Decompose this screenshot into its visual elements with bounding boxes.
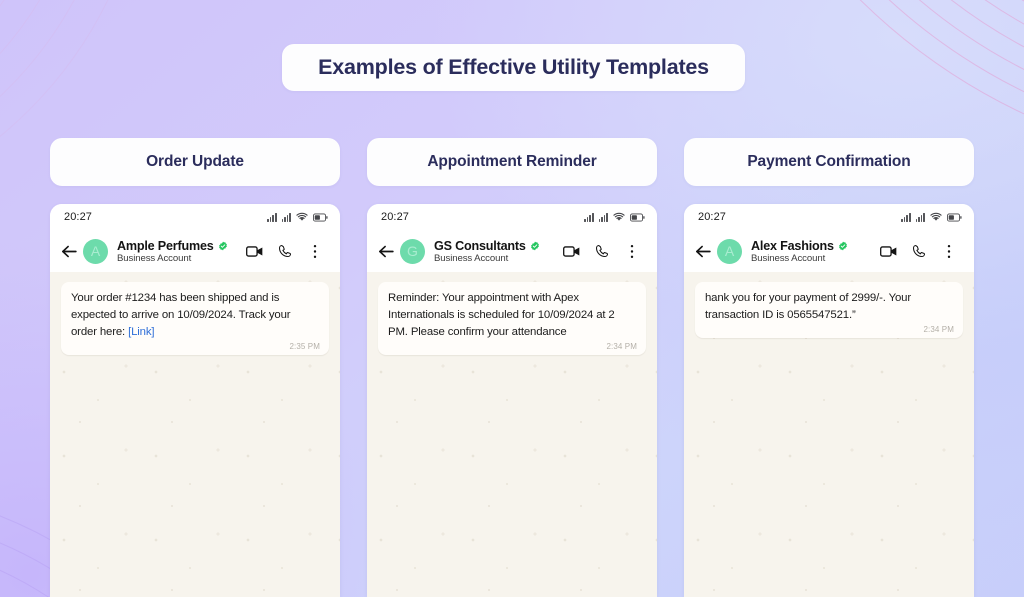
chat-header: G GS Consultants Business Account bbox=[367, 230, 657, 272]
phone-status-bar: 20:27 bbox=[367, 204, 657, 230]
signal-bars-icon bbox=[901, 212, 911, 222]
contact-name-row: Ample Perfumes bbox=[117, 239, 240, 253]
more-options-button[interactable] bbox=[617, 244, 647, 259]
contact-name-row: Alex Fashions bbox=[751, 239, 874, 253]
contact-info[interactable]: GS Consultants Business Account bbox=[434, 239, 557, 264]
template-column: Payment Confirmation 20:27 A Alex Fashions B… bbox=[684, 138, 974, 597]
more-options-button[interactable] bbox=[934, 244, 964, 259]
status-icons bbox=[267, 212, 328, 222]
signal-bars-icon bbox=[915, 212, 925, 222]
template-heading-label: Appointment Reminder bbox=[427, 153, 597, 170]
wifi-icon bbox=[930, 212, 942, 221]
back-button[interactable] bbox=[692, 244, 714, 259]
status-clock: 20:27 bbox=[698, 211, 727, 223]
verified-badge-icon bbox=[838, 241, 847, 250]
message-text-main: Your order #1234 has been shipped and is… bbox=[71, 292, 291, 338]
more-options-button[interactable] bbox=[300, 244, 330, 259]
status-icons bbox=[901, 212, 962, 222]
avatar[interactable]: A bbox=[83, 238, 108, 264]
chat-header: A Alex Fashions Business Account bbox=[684, 230, 974, 272]
more-options-icon bbox=[630, 244, 634, 258]
account-type-label: Business Account bbox=[117, 252, 192, 264]
templates-grid: Order Update 20:27 A Ample Perfumes Business… bbox=[0, 0, 1024, 597]
message-timestamp: 2:34 PM bbox=[923, 324, 954, 334]
more-options-icon bbox=[313, 244, 317, 258]
template-heading-card[interactable]: Appointment Reminder bbox=[367, 138, 657, 186]
voice-call-icon bbox=[912, 244, 926, 258]
message-bubble[interactable]: hank you for your payment of 2999/-. You… bbox=[695, 282, 963, 338]
message-link[interactable]: [Link] bbox=[128, 326, 154, 338]
template-heading-card[interactable]: Order Update bbox=[50, 138, 340, 186]
back-arrow-icon bbox=[378, 245, 394, 257]
back-arrow-icon bbox=[695, 245, 711, 257]
template-heading-label: Order Update bbox=[146, 153, 244, 170]
message-text-main: Reminder: Your appointment with Apex Int… bbox=[388, 292, 615, 338]
battery-icon bbox=[630, 212, 645, 222]
header-actions bbox=[874, 244, 964, 259]
battery-icon bbox=[947, 212, 962, 222]
template-heading-label: Payment Confirmation bbox=[747, 153, 911, 170]
account-type-label: Business Account bbox=[751, 252, 826, 264]
chat-body: hank you for your payment of 2999/-. You… bbox=[684, 272, 974, 597]
signal-bars-icon bbox=[267, 212, 277, 222]
message-timestamp: 2:35 PM bbox=[289, 341, 320, 351]
message-text: hank you for your payment of 2999/-. You… bbox=[705, 290, 953, 324]
business-name: Ample Perfumes bbox=[117, 238, 214, 253]
message-bubble[interactable]: Reminder: Your appointment with Apex Int… bbox=[378, 282, 646, 355]
video-call-button[interactable] bbox=[240, 245, 270, 258]
account-type-label: Business Account bbox=[434, 252, 509, 264]
chat-body: Your order #1234 has been shipped and is… bbox=[50, 272, 340, 597]
back-arrow-icon bbox=[61, 245, 77, 257]
contact-name-row: GS Consultants bbox=[434, 239, 557, 253]
wifi-icon bbox=[613, 212, 625, 221]
message-text: Your order #1234 has been shipped and is… bbox=[71, 290, 319, 341]
voice-call-button[interactable] bbox=[587, 244, 617, 258]
battery-icon bbox=[313, 212, 328, 222]
verified-badge-icon bbox=[218, 241, 227, 250]
message-timestamp: 2:34 PM bbox=[606, 341, 637, 351]
voice-call-button[interactable] bbox=[270, 244, 300, 258]
status-icons bbox=[584, 212, 645, 222]
phone-mockup: 20:27 A Ample Perfumes Business Account Your… bbox=[50, 204, 340, 597]
more-options-icon bbox=[947, 244, 951, 258]
business-name: Alex Fashions bbox=[751, 238, 834, 253]
avatar[interactable]: G bbox=[400, 238, 425, 264]
header-actions bbox=[240, 244, 330, 259]
chat-header: A Ample Perfumes Business Account bbox=[50, 230, 340, 272]
status-clock: 20:27 bbox=[64, 211, 93, 223]
message-bubble[interactable]: Your order #1234 has been shipped and is… bbox=[61, 282, 329, 355]
video-call-button[interactable] bbox=[557, 245, 587, 258]
business-name: GS Consultants bbox=[434, 238, 526, 253]
avatar[interactable]: A bbox=[717, 238, 742, 264]
signal-bars-icon bbox=[584, 212, 594, 222]
contact-info[interactable]: Ample Perfumes Business Account bbox=[117, 239, 240, 264]
status-clock: 20:27 bbox=[381, 211, 410, 223]
message-text-main: hank you for your payment of 2999/-. You… bbox=[705, 292, 911, 321]
header-actions bbox=[557, 244, 647, 259]
phone-status-bar: 20:27 bbox=[50, 204, 340, 230]
video-call-icon bbox=[246, 245, 263, 257]
phone-mockup: 20:27 A Alex Fashions Business Account hank … bbox=[684, 204, 974, 597]
template-column: Appointment Reminder 20:27 G GS Consultants… bbox=[367, 138, 657, 597]
signal-bars-icon bbox=[598, 212, 608, 222]
signal-bars-icon bbox=[281, 212, 291, 222]
template-column: Order Update 20:27 A Ample Perfumes Business… bbox=[50, 138, 340, 597]
voice-call-icon bbox=[595, 244, 609, 258]
phone-mockup: 20:27 G GS Consultants Business Account Remi… bbox=[367, 204, 657, 597]
voice-call-button[interactable] bbox=[904, 244, 934, 258]
template-heading-card[interactable]: Payment Confirmation bbox=[684, 138, 974, 186]
back-button[interactable] bbox=[375, 244, 397, 259]
verified-badge-icon bbox=[530, 241, 539, 250]
wifi-icon bbox=[296, 212, 308, 221]
phone-status-bar: 20:27 bbox=[684, 204, 974, 230]
voice-call-icon bbox=[278, 244, 292, 258]
video-call-icon bbox=[880, 245, 897, 257]
video-call-button[interactable] bbox=[874, 245, 904, 258]
back-button[interactable] bbox=[58, 244, 80, 259]
chat-body: Reminder: Your appointment with Apex Int… bbox=[367, 272, 657, 597]
contact-info[interactable]: Alex Fashions Business Account bbox=[751, 239, 874, 264]
video-call-icon bbox=[563, 245, 580, 257]
message-text: Reminder: Your appointment with Apex Int… bbox=[388, 290, 636, 341]
